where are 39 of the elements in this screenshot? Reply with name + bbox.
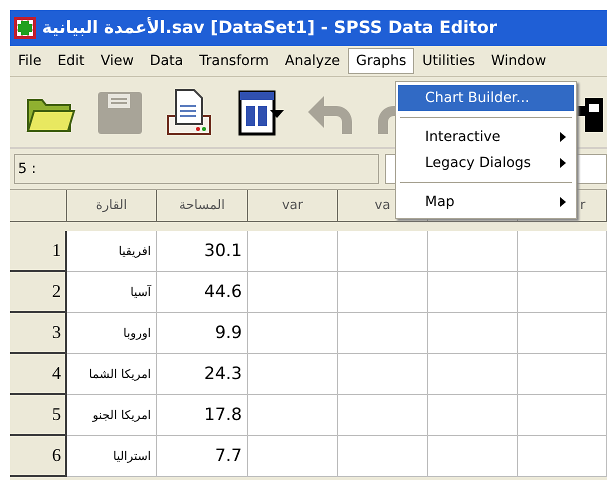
table-cell: امريكا الجنو bbox=[67, 395, 157, 436]
menu-item[interactable]: Edit bbox=[49, 48, 93, 74]
table-cell: امريكا الشما bbox=[67, 354, 157, 395]
row-number[interactable]: 6 bbox=[10, 436, 67, 477]
table-cell: 9.9 bbox=[157, 313, 248, 354]
row-number[interactable]: 4 bbox=[10, 354, 67, 395]
table-cell: 30.1 bbox=[157, 231, 248, 272]
table-cell: 44.6 bbox=[157, 272, 248, 313]
submenu-arrow-icon bbox=[560, 197, 566, 207]
table-cell: استراليا bbox=[67, 436, 157, 477]
menu-item[interactable]: Chart Builder... bbox=[398, 85, 574, 111]
column-header[interactable]: المساحة bbox=[157, 190, 248, 222]
column-header[interactable]: var bbox=[248, 190, 338, 222]
table-cell: 17.8 bbox=[157, 395, 248, 436]
row-number[interactable]: 2 bbox=[10, 272, 67, 313]
table-cell: 7.7 bbox=[157, 436, 248, 477]
row-number[interactable]: 1 bbox=[10, 231, 67, 272]
menu-item[interactable]: Interactive bbox=[398, 124, 574, 150]
row-number[interactable]: 3 bbox=[10, 313, 67, 354]
menu-item[interactable]: Utilities bbox=[414, 48, 483, 74]
table-cell: اوروبا bbox=[67, 313, 157, 354]
menu-item[interactable]: Analyze bbox=[276, 48, 348, 74]
table-cell: 24.3 bbox=[157, 354, 248, 395]
menu-item[interactable]: View bbox=[92, 48, 142, 74]
window-title: الأعمدة البيانية.sav [DataSet1] - SPSS Data Editor bbox=[42, 18, 498, 38]
menu-item[interactable]: File bbox=[10, 48, 50, 74]
submenu-arrow-icon bbox=[560, 158, 566, 168]
menu-item[interactable]: Data bbox=[142, 48, 192, 74]
menu-item[interactable]: Transform bbox=[191, 48, 277, 74]
row-number[interactable]: 5 bbox=[10, 395, 67, 436]
cell-reference-field[interactable]: 5 : bbox=[14, 154, 379, 184]
menu-item[interactable]: Legacy Dialogs bbox=[398, 150, 574, 176]
menu-item[interactable]: Window bbox=[483, 48, 554, 74]
spreadsheet-icon bbox=[14, 17, 36, 39]
table-cell: افريقيا bbox=[67, 231, 157, 272]
table-cell: آسيا bbox=[67, 272, 157, 313]
submenu-arrow-icon bbox=[560, 132, 566, 142]
column-header[interactable]: القارة bbox=[67, 190, 157, 222]
menu-item[interactable]: Graphs bbox=[348, 48, 414, 74]
